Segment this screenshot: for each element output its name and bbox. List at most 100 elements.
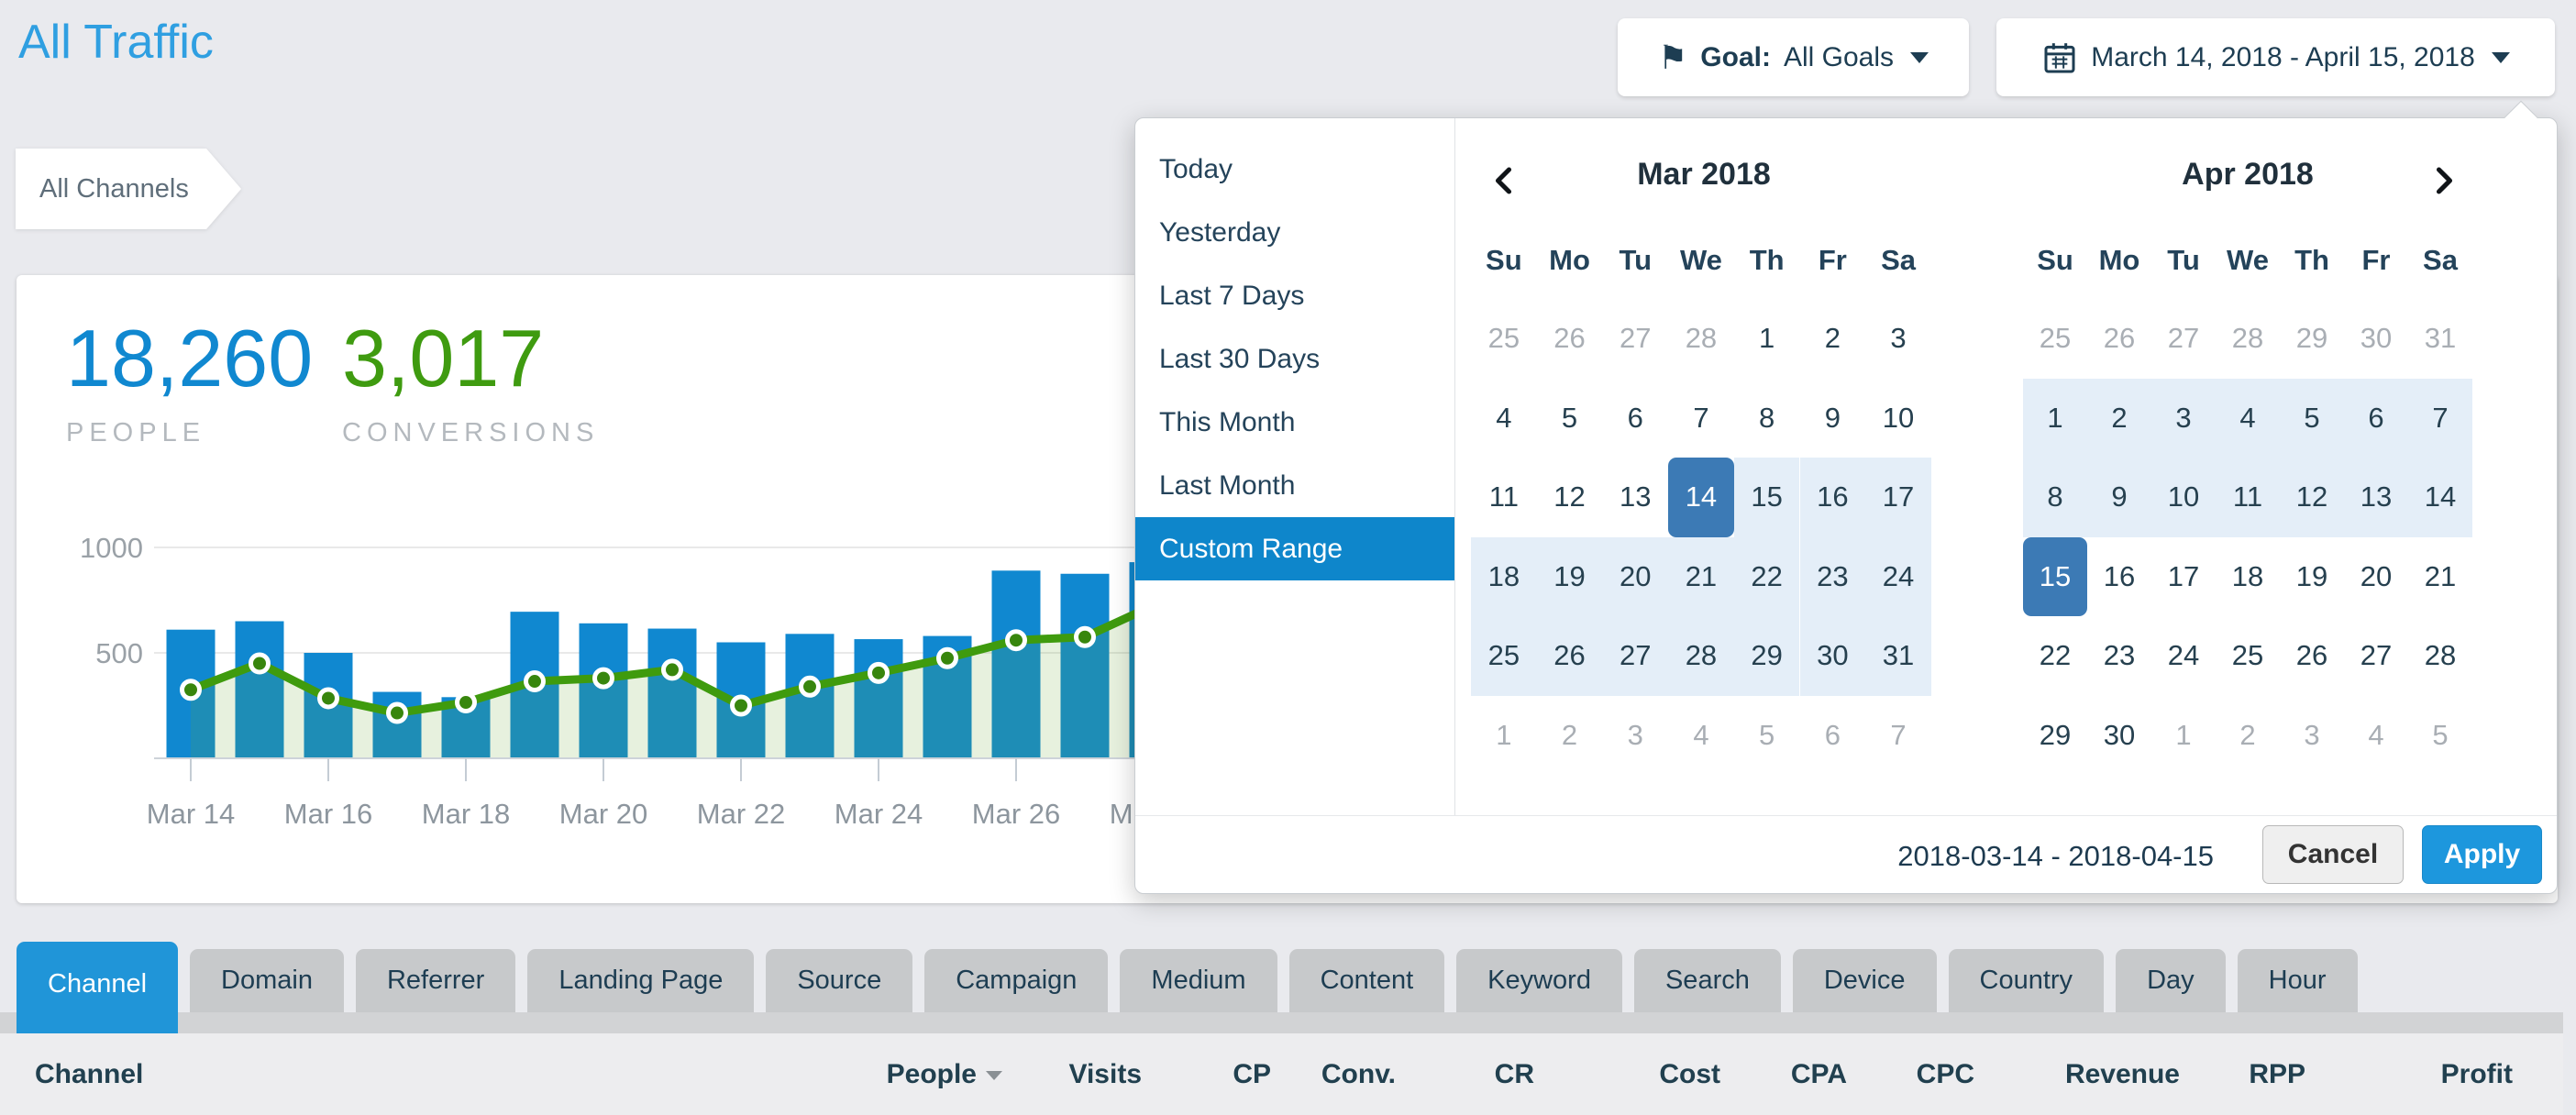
column-header-visits[interactable]: Visits <box>1069 1033 1143 1115</box>
day-cell[interactable]: 5 <box>1537 379 1603 458</box>
preset-today[interactable]: Today <box>1135 138 1454 201</box>
column-header-cr[interactable]: CR <box>1495 1033 1534 1115</box>
day-cell[interactable]: 27 <box>1602 299 1668 379</box>
column-header-people[interactable]: People <box>887 1033 1002 1115</box>
tab-landing-page[interactable]: Landing Page <box>527 949 754 1012</box>
day-cell[interactable]: 21 <box>1668 537 1734 617</box>
day-cell[interactable]: 1 <box>2023 379 2087 458</box>
day-cell[interactable]: 29 <box>2280 299 2344 379</box>
tab-search[interactable]: Search <box>1634 949 1781 1012</box>
day-cell[interactable]: 4 <box>2344 696 2408 776</box>
day-cell[interactable]: 24 <box>1865 537 1931 617</box>
column-header-cp[interactable]: CP <box>1233 1033 1271 1115</box>
day-cell[interactable]: 20 <box>1602 537 1668 617</box>
day-cell[interactable]: 7 <box>1668 379 1734 458</box>
day-cell[interactable]: 23 <box>1800 537 1866 617</box>
day-cell[interactable]: 30 <box>2344 299 2408 379</box>
day-cell[interactable]: 6 <box>1800 696 1866 776</box>
tab-content[interactable]: Content <box>1289 949 1445 1012</box>
day-cell[interactable]: 3 <box>1602 696 1668 776</box>
date-range-button[interactable]: March 14, 2018 - April 15, 2018 <box>1996 18 2555 96</box>
tab-source[interactable]: Source <box>766 949 912 1012</box>
day-cell[interactable]: 6 <box>2344 379 2408 458</box>
day-cell[interactable]: 11 <box>1471 458 1537 537</box>
day-cell[interactable]: 17 <box>2151 537 2216 617</box>
day-cell[interactable]: 26 <box>2087 299 2151 379</box>
apply-button[interactable]: Apply <box>2422 825 2542 884</box>
column-header-cpc[interactable]: CPC <box>1917 1033 1974 1115</box>
column-header-revenue[interactable]: Revenue <box>2065 1033 2180 1115</box>
day-cell[interactable]: 13 <box>2344 458 2408 537</box>
column-header-rpp[interactable]: RPP <box>2249 1033 2305 1115</box>
day-cell[interactable]: 26 <box>2280 616 2344 696</box>
tab-device[interactable]: Device <box>1793 949 1937 1012</box>
column-header-cpa[interactable]: CPA <box>1791 1033 1847 1115</box>
day-cell[interactable]: 23 <box>2087 616 2151 696</box>
next-month-icon[interactable] <box>2423 160 2463 201</box>
tab-referrer[interactable]: Referrer <box>356 949 515 1012</box>
day-cell[interactable]: 2 <box>1800 299 1866 379</box>
tab-hour[interactable]: Hour <box>2238 949 2358 1012</box>
day-cell[interactable]: 9 <box>1800 379 1866 458</box>
day-cell[interactable]: 31 <box>2408 299 2472 379</box>
day-cell[interactable]: 25 <box>2216 616 2280 696</box>
day-cell[interactable]: 29 <box>1734 616 1800 696</box>
day-cell[interactable]: 15 <box>1734 458 1800 537</box>
preset-custom-range[interactable]: Custom Range <box>1135 517 1454 580</box>
goal-selector-button[interactable]: ⚑ Goal: All Goals <box>1618 18 1969 96</box>
tab-channel[interactable]: Channel <box>17 942 178 1033</box>
column-header-channel[interactable]: Channel <box>35 1033 143 1115</box>
day-cell[interactable]: 16 <box>2087 537 2151 617</box>
day-cell[interactable]: 2 <box>1537 696 1603 776</box>
day-cell[interactable]: 4 <box>1471 379 1537 458</box>
day-cell[interactable]: 17 <box>1865 458 1931 537</box>
day-cell[interactable]: 16 <box>1800 458 1866 537</box>
day-cell[interactable]: 28 <box>1668 616 1734 696</box>
day-cell[interactable]: 29 <box>2023 696 2087 776</box>
day-cell[interactable]: 7 <box>2408 379 2472 458</box>
tab-medium[interactable]: Medium <box>1120 949 1277 1012</box>
day-cell[interactable]: 27 <box>2344 616 2408 696</box>
preset-last-30-days[interactable]: Last 30 Days <box>1135 327 1454 391</box>
day-cell[interactable]: 14 <box>1668 458 1734 537</box>
day-cell[interactable]: 3 <box>2151 379 2216 458</box>
day-cell[interactable]: 4 <box>2216 379 2280 458</box>
day-cell[interactable]: 26 <box>1537 616 1603 696</box>
day-cell[interactable]: 30 <box>2087 696 2151 776</box>
day-cell[interactable]: 2 <box>2216 696 2280 776</box>
day-cell[interactable]: 28 <box>2216 299 2280 379</box>
day-cell[interactable]: 7 <box>1865 696 1931 776</box>
day-cell[interactable]: 2 <box>2087 379 2151 458</box>
day-cell[interactable]: 1 <box>1471 696 1537 776</box>
day-cell[interactable]: 14 <box>2408 458 2472 537</box>
day-cell[interactable]: 3 <box>2280 696 2344 776</box>
day-cell[interactable]: 10 <box>2151 458 2216 537</box>
preset-last-month[interactable]: Last Month <box>1135 454 1454 517</box>
day-cell[interactable]: 12 <box>1537 458 1603 537</box>
day-cell[interactable]: 27 <box>2151 299 2216 379</box>
day-cell[interactable]: 21 <box>2408 537 2472 617</box>
day-cell[interactable]: 31 <box>1865 616 1931 696</box>
tab-country[interactable]: Country <box>1949 949 2105 1012</box>
day-cell[interactable]: 30 <box>1800 616 1866 696</box>
day-cell[interactable]: 11 <box>2216 458 2280 537</box>
tab-campaign[interactable]: Campaign <box>924 949 1108 1012</box>
day-cell[interactable]: 27 <box>1602 616 1668 696</box>
cancel-button[interactable]: Cancel <box>2262 825 2404 884</box>
day-cell[interactable]: 12 <box>2280 458 2344 537</box>
day-cell[interactable]: 25 <box>1471 616 1537 696</box>
day-cell[interactable]: 19 <box>2280 537 2344 617</box>
day-cell[interactable]: 5 <box>2280 379 2344 458</box>
day-cell[interactable]: 28 <box>2408 616 2472 696</box>
day-cell[interactable]: 24 <box>2151 616 2216 696</box>
preset-yesterday[interactable]: Yesterday <box>1135 201 1454 264</box>
day-cell[interactable]: 1 <box>1734 299 1800 379</box>
day-cell[interactable]: 22 <box>2023 616 2087 696</box>
day-cell[interactable]: 13 <box>1602 458 1668 537</box>
day-cell[interactable]: 10 <box>1865 379 1931 458</box>
day-cell[interactable]: 25 <box>2023 299 2087 379</box>
day-cell[interactable]: 5 <box>2408 696 2472 776</box>
day-cell[interactable]: 28 <box>1668 299 1734 379</box>
day-cell[interactable]: 8 <box>1734 379 1800 458</box>
day-cell[interactable]: 4 <box>1668 696 1734 776</box>
